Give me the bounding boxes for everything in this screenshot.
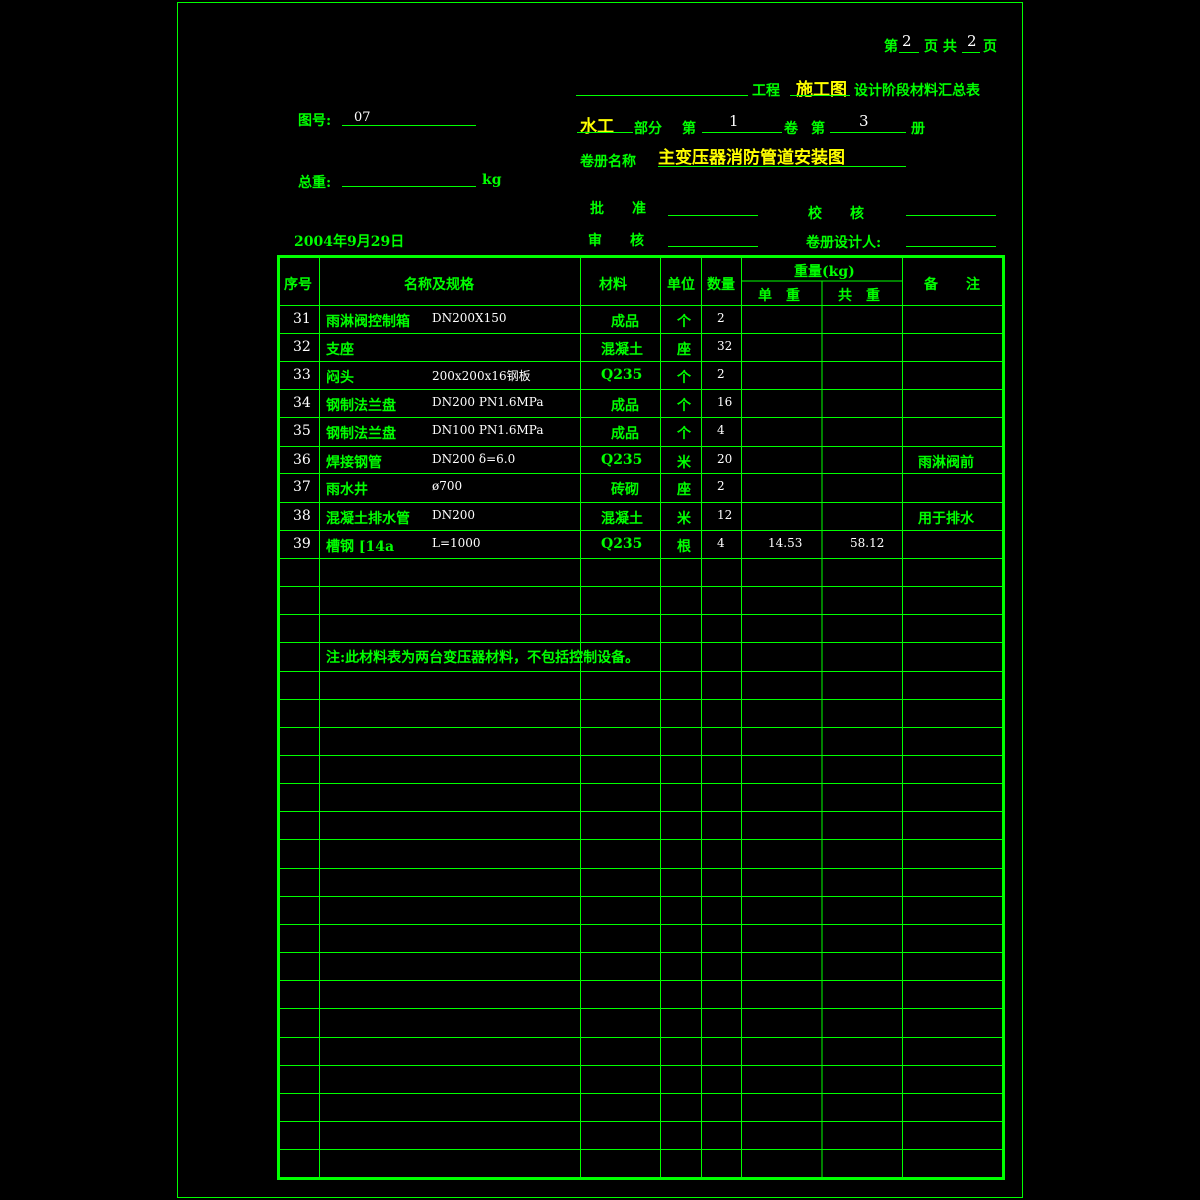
cell-unit: 米 [677,511,691,527]
table-note: 注:此材料表为两台变压器材料，不包括控制设备。 [326,650,640,666]
cell-unit: 米 [677,455,691,471]
cell-quantity: 12 [717,508,733,522]
cell-name: 混凝土排水管 [326,511,410,527]
cell-unit: 个 [677,314,691,330]
cell-name: 雨水井 [326,482,368,498]
cell-seq: 32 [293,339,311,355]
cell-spec: ø700 [432,479,463,493]
cell-seq: 38 [293,508,311,524]
cell-unit: 个 [677,426,691,442]
cell-remark: 用于排水 [918,511,974,527]
cell-quantity: 4 [717,536,725,550]
cell-spec: L=1000 [432,536,481,550]
cell-name: 闷头 [326,370,354,386]
cell-unit-weight: 14.53 [768,536,803,550]
materials-table-grid [277,255,1005,1180]
cell-spec: DN200 δ=6.0 [432,452,516,466]
cell-total-weight: 58.12 [850,536,885,550]
cell-quantity: 2 [717,479,725,493]
cell-seq: 36 [293,452,311,468]
header-quantity: 数量 [707,277,735,293]
header-seq: 序号 [284,277,312,293]
cell-spec: DN200 PN1.6MPa [432,395,544,409]
cell-material: Q235 [601,452,643,468]
cell-name: 钢制法兰盘 [326,426,396,442]
header-total-weight: 共 重 [838,288,880,304]
cell-material: Q235 [601,536,643,552]
cell-quantity: 20 [717,452,733,466]
header-remark: 备 注 [924,277,980,293]
header-unit-weight: 单 重 [758,288,800,304]
cell-quantity: 16 [717,395,733,409]
cell-unit: 个 [677,398,691,414]
cell-unit: 根 [677,539,691,555]
cell-spec: 200x200x16钢板 [432,369,531,383]
cell-name: 雨淋阀控制箱 [326,314,410,330]
cell-quantity: 2 [717,311,725,325]
cell-material: Q235 [601,367,643,383]
cell-material: 混凝土 [601,511,643,527]
cell-seq: 37 [293,479,311,495]
cell-seq: 35 [293,423,311,439]
cell-seq: 33 [293,367,311,383]
header-unit: 单位 [667,277,695,293]
cell-material: 砖砌 [611,482,639,498]
cell-seq: 39 [293,536,311,552]
header-name-spec: 名称及规格 [404,277,474,293]
cell-spec: DN200 [432,508,476,522]
cell-name: 槽钢 [14a [326,539,395,555]
cell-material: 成品 [611,426,639,442]
cell-name: 支座 [326,342,354,358]
cell-name: 钢制法兰盘 [326,398,396,414]
header-material: 材料 [599,277,627,293]
cell-unit: 座 [677,342,691,358]
header-weight: 重量(kg) [794,264,855,280]
cell-seq: 31 [293,311,311,327]
cell-quantity: 32 [717,339,733,353]
cell-seq: 34 [293,395,311,411]
cell-quantity: 2 [717,367,725,381]
cell-quantity: 4 [717,423,725,437]
cell-name: 焊接钢管 [326,455,382,471]
cell-material: 混凝土 [601,342,643,358]
cell-material: 成品 [611,398,639,414]
cell-remark: 雨淋阀前 [918,455,974,471]
cell-unit: 座 [677,482,691,498]
cell-spec: DN200X150 [432,311,507,325]
cell-material: 成品 [611,314,639,330]
cell-unit: 个 [677,370,691,386]
cell-spec: DN100 PN1.6MPa [432,423,544,437]
